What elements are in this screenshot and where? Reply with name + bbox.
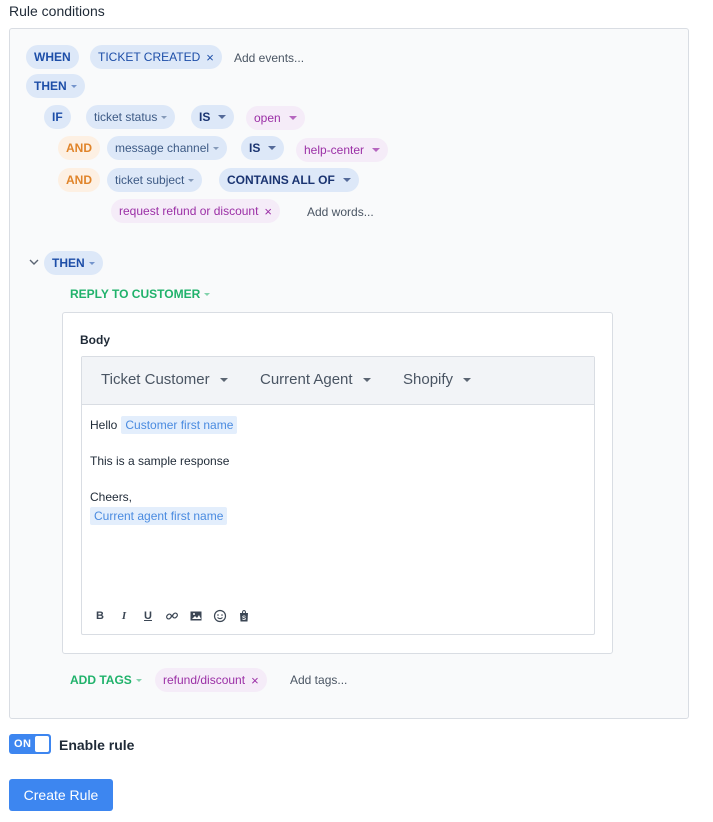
condition-field-label: ticket subject <box>115 173 185 187</box>
chevron-down-icon <box>70 84 77 88</box>
word-tag-label: request refund or discount <box>119 204 259 218</box>
collapse-chevron-icon[interactable] <box>28 256 40 268</box>
customer-first-name-variable[interactable]: Customer first name <box>121 416 238 434</box>
condition-operator-is[interactable]: IS <box>191 105 235 129</box>
tag-label: refund/discount <box>163 673 246 687</box>
then-label: THEN <box>52 256 85 270</box>
page-title: Rule conditions <box>9 3 105 19</box>
variable-menu-ticket-customer[interactable]: Ticket Customer <box>101 371 228 388</box>
underline-button[interactable]: U <box>141 609 155 623</box>
actions-then-dropdown[interactable]: THEN <box>44 251 103 275</box>
condition-value-label: open <box>254 111 281 125</box>
condition-value-open[interactable]: open <box>246 106 305 130</box>
chevron-down-icon <box>288 116 297 120</box>
svg-text:S: S <box>242 616 246 622</box>
condition-field-message-channel[interactable]: message channel <box>107 136 228 160</box>
body-line-signoff: Cheers, <box>90 490 133 504</box>
condition-value-label: help-center <box>304 143 365 157</box>
enable-rule-toggle[interactable]: ON <box>9 734 51 754</box>
tag-refund-discount[interactable]: refund/discount × <box>155 668 267 692</box>
link-icon[interactable] <box>165 609 179 623</box>
chevron-down-icon <box>188 178 195 182</box>
emoji-icon[interactable] <box>213 609 227 623</box>
image-icon[interactable] <box>189 609 203 623</box>
word-tag[interactable]: request refund or discount × <box>111 199 281 223</box>
chevron-down-icon <box>362 377 371 382</box>
chevron-down-icon <box>268 146 277 150</box>
toggle-state-label: ON <box>14 738 32 750</box>
condition-field-ticket-status[interactable]: ticket status <box>86 105 176 129</box>
event-tag-ticket-created[interactable]: TICKET CREATED × <box>90 45 222 69</box>
chevron-down-icon <box>218 115 227 119</box>
then-label: THEN <box>34 79 67 93</box>
enable-rule-label: Enable rule <box>59 737 135 753</box>
condition-field-ticket-subject[interactable]: ticket subject <box>107 168 203 192</box>
chevron-down-icon <box>204 292 211 296</box>
body-line-agent: Current agent first name <box>90 507 228 525</box>
body-line-response: This is a sample response <box>90 454 230 468</box>
remove-word-icon[interactable]: × <box>264 205 272 218</box>
add-tags-input[interactable]: Add tags... <box>290 673 347 687</box>
chevron-down-icon <box>219 377 228 382</box>
add-words-input[interactable]: Add words... <box>307 205 374 219</box>
add-events-input[interactable]: Add events... <box>234 51 304 65</box>
then-dropdown[interactable]: THEN <box>26 74 85 98</box>
italic-button[interactable]: I <box>117 609 131 623</box>
reply-to-customer-action[interactable]: REPLY TO CUSTOMER <box>70 282 211 306</box>
shopify-icon[interactable]: S <box>237 609 251 623</box>
condition-operator-label: IS <box>199 110 211 124</box>
action-label: REPLY TO CUSTOMER <box>70 287 201 301</box>
chevron-down-icon <box>213 146 220 150</box>
condition-operator-label: CONTAINS ALL OF <box>227 173 335 187</box>
toggle-knob <box>35 736 49 752</box>
remove-tag-icon[interactable]: × <box>251 674 259 687</box>
chevron-down-icon <box>342 178 351 182</box>
and-connector: AND <box>58 168 100 192</box>
bold-button[interactable]: B <box>93 609 107 623</box>
condition-field-label: ticket status <box>94 110 158 124</box>
condition-operator-is[interactable]: IS <box>241 136 285 160</box>
if-label: IF <box>44 105 71 129</box>
condition-operator-label: IS <box>249 141 261 155</box>
chevron-down-icon <box>88 261 95 265</box>
agent-first-name-variable[interactable]: Current agent first name <box>90 507 228 525</box>
body-line-greeting: Hello Customer first name <box>90 416 238 434</box>
condition-operator-contains-all-of[interactable]: CONTAINS ALL OF <box>219 168 359 192</box>
variable-menu-current-agent[interactable]: Current Agent <box>260 371 371 388</box>
when-label: WHEN <box>26 45 79 69</box>
action-label: ADD TAGS <box>70 673 132 687</box>
variable-menu-label: Current Agent <box>260 371 353 388</box>
variable-menu-label: Shopify <box>403 371 454 388</box>
chevron-down-icon <box>135 678 142 682</box>
chevron-down-icon <box>372 148 381 152</box>
add-tags-action[interactable]: ADD TAGS <box>70 668 142 692</box>
chevron-down-icon <box>463 377 472 382</box>
variables-bar: Ticket Customer Current Agent Shopify <box>82 357 594 405</box>
variable-menu-shopify[interactable]: Shopify <box>403 371 472 388</box>
condition-value-help-center[interactable]: help-center <box>296 138 389 162</box>
greeting-text: Hello <box>90 418 118 432</box>
event-tag-label: TICKET CREATED <box>98 50 201 64</box>
condition-field-label: message channel <box>115 141 210 155</box>
create-rule-button[interactable]: Create Rule <box>9 779 113 811</box>
body-label: Body <box>80 333 110 347</box>
variable-menu-label: Ticket Customer <box>101 371 210 388</box>
chevron-down-icon <box>161 115 168 119</box>
and-connector: AND <box>58 136 100 160</box>
remove-event-icon[interactable]: × <box>206 51 214 64</box>
